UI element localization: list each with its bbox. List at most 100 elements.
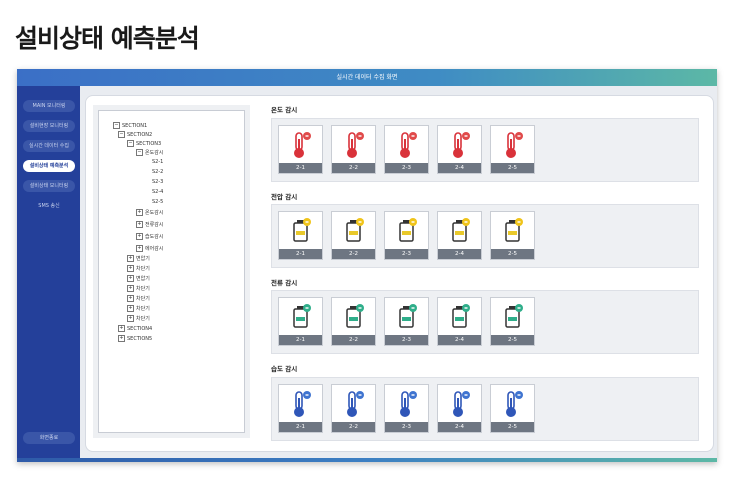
tree-node-label: 온도감시 — [145, 210, 164, 216]
sensor-card[interactable]: 2-1 — [278, 125, 323, 174]
tree-node-label: 온도감시 — [145, 150, 164, 156]
tree-node[interactable]: + 차단기 — [127, 305, 150, 313]
exit-screen-button[interactable]: 화면종료 — [23, 432, 75, 444]
tree-node[interactable]: S2-4 — [152, 189, 163, 196]
expand-icon[interactable]: + — [136, 233, 143, 240]
tree-node-label: S2-3 — [152, 179, 164, 185]
sensor-card[interactable]: 2-4 — [437, 384, 482, 433]
sensor-card[interactable]: 2-4 — [437, 211, 482, 260]
tree-node-label: SECTION1 — [122, 123, 148, 129]
tree-node-label: SECTION3 — [136, 141, 162, 147]
sidebar-item-equipment-monitoring[interactable]: 설비상태 모니터링 — [23, 180, 75, 192]
expand-icon[interactable]: + — [136, 245, 143, 252]
collapse-icon[interactable]: − — [127, 140, 134, 147]
sensor-card[interactable]: 2-4 — [437, 297, 482, 346]
sensor-card[interactable]: 2-5 — [490, 211, 535, 260]
sensor-card-label: 2-1 — [279, 335, 322, 345]
sensor-card[interactable]: 2-3 — [384, 211, 429, 260]
sensor-card[interactable]: 2-3 — [384, 125, 429, 174]
sensor-card-label: 2-5 — [491, 335, 534, 345]
sensor-card[interactable]: 2-5 — [490, 125, 535, 174]
sensor-card[interactable]: 2-1 — [278, 384, 323, 433]
header-title: 실시간 데이터 수집 화면 — [336, 74, 398, 81]
tree-node[interactable]: + SECTION4 — [118, 325, 152, 333]
tree-node[interactable]: − SECTION2 — [118, 131, 152, 139]
sensor-card[interactable]: 2-5 — [490, 384, 535, 433]
section-title: 습도 감시 — [271, 365, 298, 373]
sidebar-item-predictive-analysis[interactable]: 설비상태 예측분석 — [23, 160, 75, 172]
expand-icon[interactable]: + — [127, 255, 134, 262]
tree-node[interactable]: + 차단기 — [127, 265, 150, 273]
tree-node[interactable]: + 변압기 — [127, 255, 150, 263]
tree-node[interactable]: S2-2 — [152, 169, 163, 176]
tree-node[interactable]: + 습도감시 — [136, 233, 163, 241]
expand-icon[interactable]: + — [118, 325, 125, 332]
tree-node[interactable]: + 차단기 — [127, 285, 150, 293]
expand-icon[interactable]: + — [127, 315, 134, 322]
sensor-card-label: 2-4 — [438, 163, 481, 173]
tree-node-label: 차단기 — [136, 306, 150, 312]
sensor-card-label: 2-5 — [491, 163, 534, 173]
sensor-card-label: 2-3 — [385, 249, 428, 259]
sensor-card-label: 2-2 — [332, 249, 375, 259]
sensor-card[interactable]: 2-2 — [331, 211, 376, 260]
expand-icon[interactable]: + — [127, 295, 134, 302]
sidebar-item-realtime-data[interactable]: 실시간 데이터 수집 — [23, 140, 75, 152]
tree-node[interactable]: + 차단기 — [127, 295, 150, 303]
tree-node-label: 변압기 — [136, 276, 150, 282]
section-panel: 2-1 2-2 2-3 2-4 2-5 — [271, 290, 699, 354]
tree-node[interactable]: S2-5 — [152, 199, 163, 206]
tree-node[interactable]: S2-1 — [152, 159, 163, 166]
sensor-card[interactable]: 2-4 — [437, 125, 482, 174]
sensor-card[interactable]: 2-1 — [278, 211, 323, 260]
tree-node-label: 습도감시 — [145, 234, 164, 240]
tree-node[interactable]: + 차단기 — [127, 315, 150, 323]
tree-node[interactable]: + 온도감시 — [136, 209, 163, 217]
sensor-card-label: 2-3 — [385, 422, 428, 432]
sensor-card[interactable]: 2-2 — [331, 297, 376, 346]
expand-icon[interactable]: + — [127, 305, 134, 312]
expand-icon[interactable]: + — [127, 285, 134, 292]
sensor-card[interactable]: 2-2 — [331, 125, 376, 174]
page-title: 설비상태 예측분석 — [15, 24, 200, 53]
collapse-icon[interactable]: − — [136, 149, 143, 156]
tree-node-label: 차단기 — [136, 296, 150, 302]
collapse-icon[interactable]: − — [118, 131, 125, 138]
sidebar-item-main-monitoring[interactable]: MAIN 모니터링 — [23, 100, 75, 112]
section-title: 온도 감시 — [271, 106, 298, 114]
tree-node[interactable]: − 온도감시 — [136, 149, 163, 157]
sensor-card-label: 2-4 — [438, 335, 481, 345]
expand-icon[interactable]: + — [127, 275, 134, 282]
tree-node[interactable]: + 전류감시 — [136, 221, 163, 229]
tree-node-label: S2-4 — [152, 189, 164, 195]
sensor-card-label: 2-1 — [279, 163, 322, 173]
tree-node-label: SECTION2 — [127, 132, 153, 138]
tree-node-label: S2-2 — [152, 169, 164, 175]
sensor-card-label: 2-2 — [332, 163, 375, 173]
sidebar-item-sms[interactable]: SMS 송신 — [23, 200, 75, 212]
tree-node[interactable]: − SECTION1 — [113, 122, 147, 130]
sensor-card[interactable]: 2-3 — [384, 297, 429, 346]
sidebar-item-site-monitoring[interactable]: 설비현장 모니터링 — [23, 120, 75, 132]
expand-icon[interactable]: + — [127, 265, 134, 272]
expand-icon[interactable]: + — [136, 221, 143, 228]
sensor-card[interactable]: 2-3 — [384, 384, 429, 433]
tree-node-label: S2-5 — [152, 199, 164, 205]
sensor-card-label: 2-4 — [438, 422, 481, 432]
tree-node[interactable]: + 에어감시 — [136, 245, 163, 253]
tree-node-label: 변압기 — [136, 256, 150, 262]
collapse-icon[interactable]: − — [113, 122, 120, 129]
tree-node[interactable]: + SECTION5 — [118, 335, 152, 343]
sensor-card[interactable]: 2-5 — [490, 297, 535, 346]
sensor-card[interactable]: 2-2 — [331, 384, 376, 433]
expand-icon[interactable]: + — [118, 335, 125, 342]
expand-icon[interactable]: + — [136, 209, 143, 216]
sensor-card-label: 2-2 — [332, 422, 375, 432]
tree-node[interactable]: + 변압기 — [127, 275, 150, 283]
tree-node-label: 차단기 — [136, 266, 150, 272]
sensor-card-label: 2-3 — [385, 163, 428, 173]
sidebar: MAIN 모니터링 설비현장 모니터링 실시간 데이터 수집 설비상태 예측분석… — [17, 86, 80, 458]
sensor-card[interactable]: 2-1 — [278, 297, 323, 346]
tree-node[interactable]: S2-3 — [152, 179, 163, 186]
tree-node[interactable]: − SECTION3 — [127, 140, 161, 148]
